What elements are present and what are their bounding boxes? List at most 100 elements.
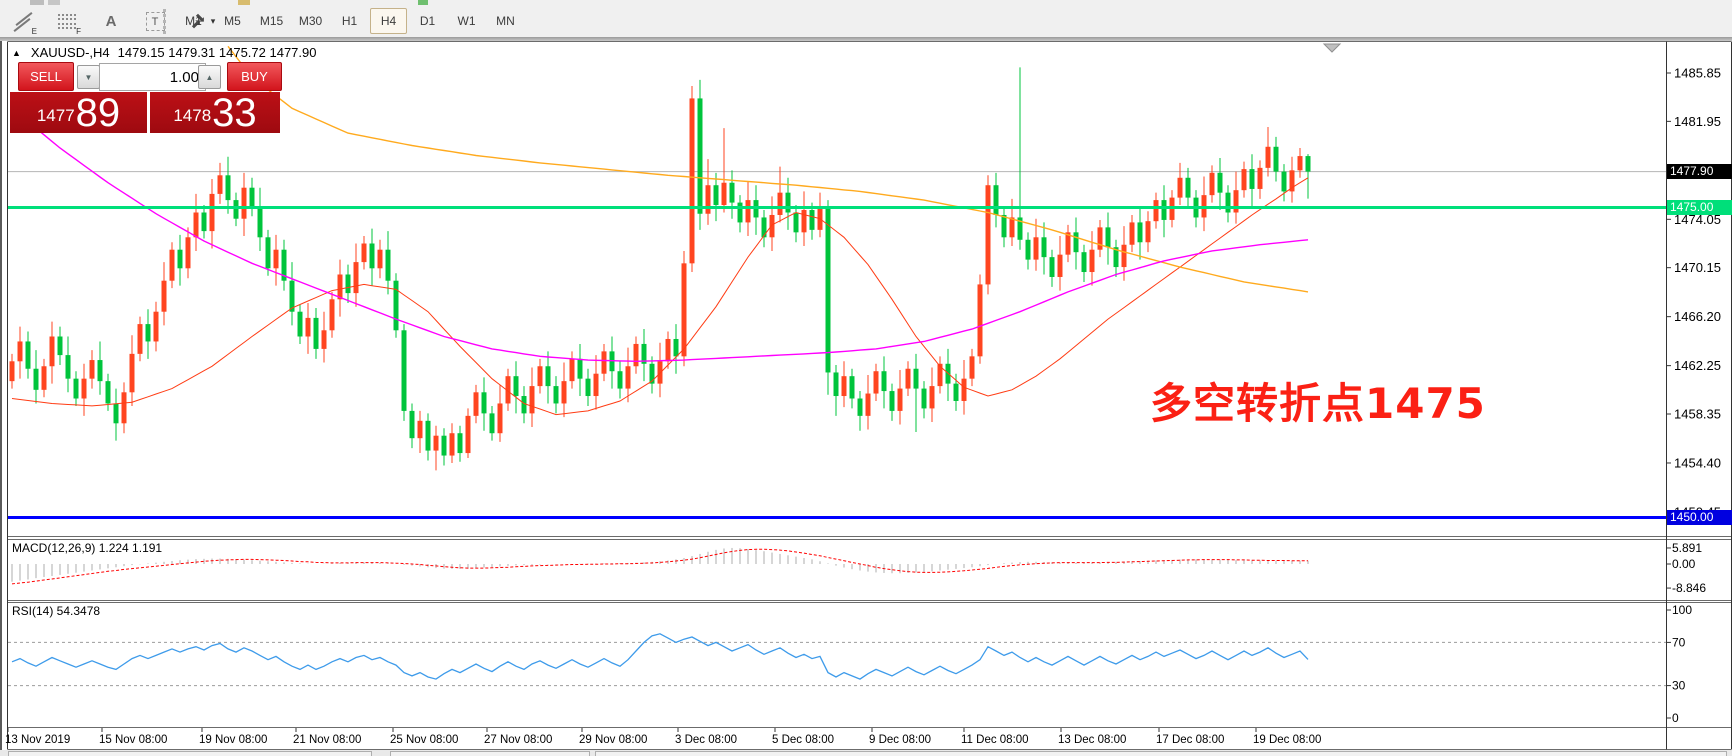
candle	[554, 386, 559, 403]
price-tick-label: 1485.85	[1674, 66, 1721, 81]
candle	[586, 379, 591, 396]
candle	[490, 413, 495, 433]
candle	[474, 392, 479, 416]
candle	[834, 372, 839, 396]
candle	[194, 213, 199, 238]
buy-button[interactable]: BUY	[227, 62, 282, 91]
candle	[1186, 178, 1191, 198]
candle	[1002, 215, 1007, 237]
candle	[1226, 193, 1231, 213]
candle	[426, 421, 431, 451]
green-level-chip: 1475.00	[1667, 200, 1732, 215]
candle	[954, 384, 959, 401]
rsi-tick-label: 0	[1672, 711, 1679, 725]
candle	[1218, 173, 1223, 193]
candle	[138, 324, 143, 354]
candle	[706, 185, 711, 214]
candle	[418, 421, 423, 438]
volume-increment-button[interactable]: ▲	[198, 65, 221, 89]
candle	[922, 389, 927, 409]
candle	[370, 244, 375, 269]
candle	[1154, 200, 1159, 221]
candle	[578, 359, 583, 379]
buy-price-display[interactable]: 1478 33	[150, 92, 280, 133]
candle	[1122, 245, 1127, 267]
candle	[1298, 156, 1303, 170]
candle	[170, 250, 175, 281]
symbol-timeframe-label: XAUUSD-,H4	[31, 45, 110, 60]
candle	[410, 411, 415, 438]
candle	[1210, 173, 1215, 195]
candle	[218, 175, 223, 194]
candle	[794, 213, 799, 233]
candle	[538, 366, 543, 386]
collapse-panel-icon[interactable]: ▲	[12, 48, 21, 58]
rsi-tick-label: 100	[1672, 603, 1692, 617]
volume-input[interactable]	[99, 63, 206, 91]
candle	[306, 318, 311, 337]
candle	[802, 210, 807, 232]
candle	[906, 369, 911, 389]
candle	[1250, 169, 1255, 189]
candle	[938, 364, 943, 386]
price-tick-label: 1458.35	[1674, 407, 1721, 422]
candle	[730, 183, 735, 203]
candle	[1266, 147, 1271, 168]
candle	[98, 360, 103, 381]
candle	[762, 217, 767, 237]
candle	[978, 284, 983, 356]
price-tick-label: 1470.15	[1674, 260, 1721, 275]
candle	[442, 436, 447, 456]
sell-button[interactable]: SELL	[18, 62, 74, 91]
candle	[698, 98, 703, 213]
candle	[18, 341, 23, 361]
candle	[266, 237, 271, 268]
candle	[626, 366, 631, 388]
candle	[930, 386, 935, 408]
volume-decrement-button[interactable]: ▼	[77, 65, 100, 89]
candle	[434, 436, 439, 451]
candle	[498, 403, 503, 433]
candle	[570, 359, 575, 381]
sell-price-display[interactable]: 1477 89	[10, 92, 147, 133]
candle	[378, 250, 383, 269]
candle	[162, 281, 167, 312]
candle	[1234, 190, 1239, 212]
candle	[1258, 168, 1263, 189]
candle	[858, 399, 863, 416]
candle	[82, 379, 87, 399]
candle	[242, 188, 247, 219]
candle	[1082, 252, 1087, 272]
macd-tick-label: 0.00	[1672, 557, 1696, 571]
candle	[274, 250, 279, 269]
price-tick-label: 1462.25	[1674, 358, 1721, 373]
candle	[602, 351, 607, 373]
candle	[634, 344, 639, 366]
candle	[1274, 147, 1279, 172]
candle	[850, 376, 855, 398]
candle	[482, 392, 487, 413]
candle	[114, 403, 119, 423]
candle	[234, 200, 239, 219]
candle	[1106, 227, 1111, 247]
candle	[10, 361, 15, 381]
candle	[970, 356, 975, 378]
candle	[386, 250, 391, 281]
candle	[122, 392, 127, 423]
rsi-tick-label: 30	[1672, 679, 1686, 693]
candle	[178, 250, 183, 269]
macd-indicator-label: MACD(12,26,9) 1.224 1.191	[12, 541, 162, 555]
candle	[546, 366, 551, 386]
candle	[738, 203, 743, 223]
candle	[258, 206, 263, 237]
candle	[1098, 227, 1103, 249]
candle	[458, 433, 463, 453]
candle	[690, 98, 695, 263]
rsi-tick-label: 70	[1672, 635, 1686, 649]
candle	[1010, 217, 1015, 237]
candle	[674, 339, 679, 356]
candle	[146, 324, 151, 341]
candle	[618, 371, 623, 388]
sell-price-pips: 89	[76, 95, 121, 131]
candle	[1282, 172, 1287, 192]
